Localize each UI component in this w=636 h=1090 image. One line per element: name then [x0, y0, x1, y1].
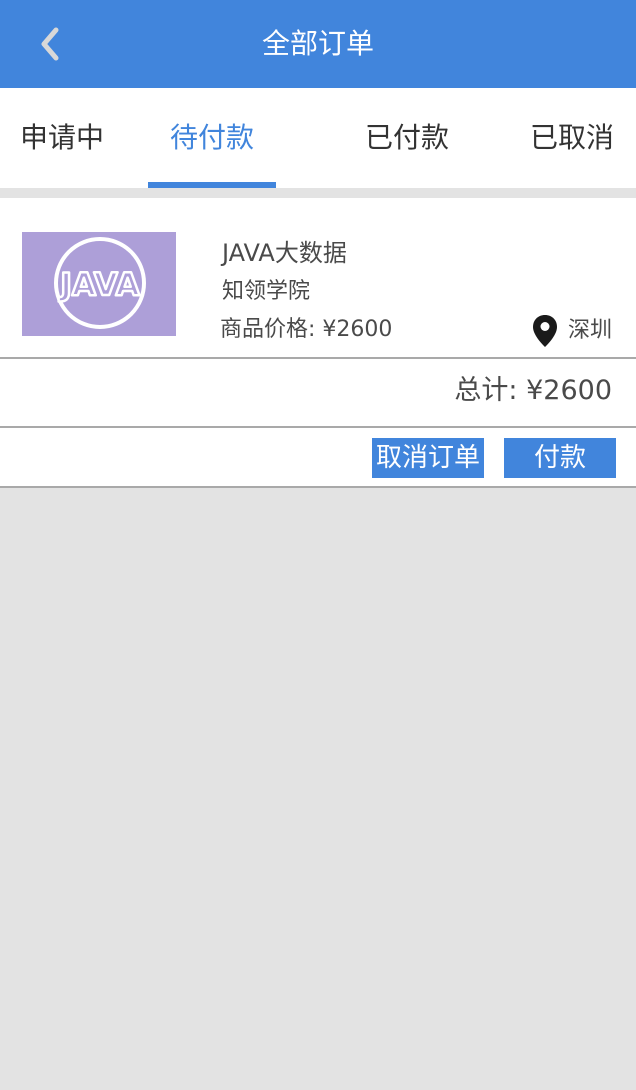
tab-paid[interactable]: 已付款: [365, 118, 449, 158]
top-bar: 全部订单: [0, 0, 636, 88]
java-logo: JAVA: [54, 237, 146, 329]
cancel-order-button[interactable]: 取消订单: [372, 438, 484, 478]
divider: [0, 426, 636, 428]
page-title: 全部订单: [261, 27, 374, 60]
product-price: 商品价格: ¥2600: [220, 317, 393, 342]
divider: [0, 486, 636, 488]
order-card: JAVA JAVA大数据 知领学院 商品价格: ¥2600 深圳 总计: ¥26…: [0, 198, 636, 488]
active-tab-indicator: [148, 182, 276, 188]
order-total: 总计: ¥2600: [454, 375, 612, 406]
product-name[interactable]: JAVA大数据: [222, 236, 347, 270]
location: 深圳: [532, 314, 612, 348]
school-name: 知领学院: [222, 279, 311, 304]
product-thumbnail[interactable]: JAVA: [22, 232, 176, 336]
divider: [0, 357, 636, 359]
svg-text:JAVA: JAVA: [58, 267, 139, 303]
tab-pending-payment[interactable]: 待付款: [170, 118, 254, 158]
tab-cancelled[interactable]: 已取消: [530, 118, 614, 158]
location-text: 深圳: [567, 318, 612, 343]
order-tabs: 申请中 待付款 已付款 已取消: [0, 88, 636, 188]
pay-button[interactable]: 付款: [504, 438, 616, 478]
map-pin-icon: [532, 315, 557, 347]
tab-applying[interactable]: 申请中: [20, 118, 104, 158]
